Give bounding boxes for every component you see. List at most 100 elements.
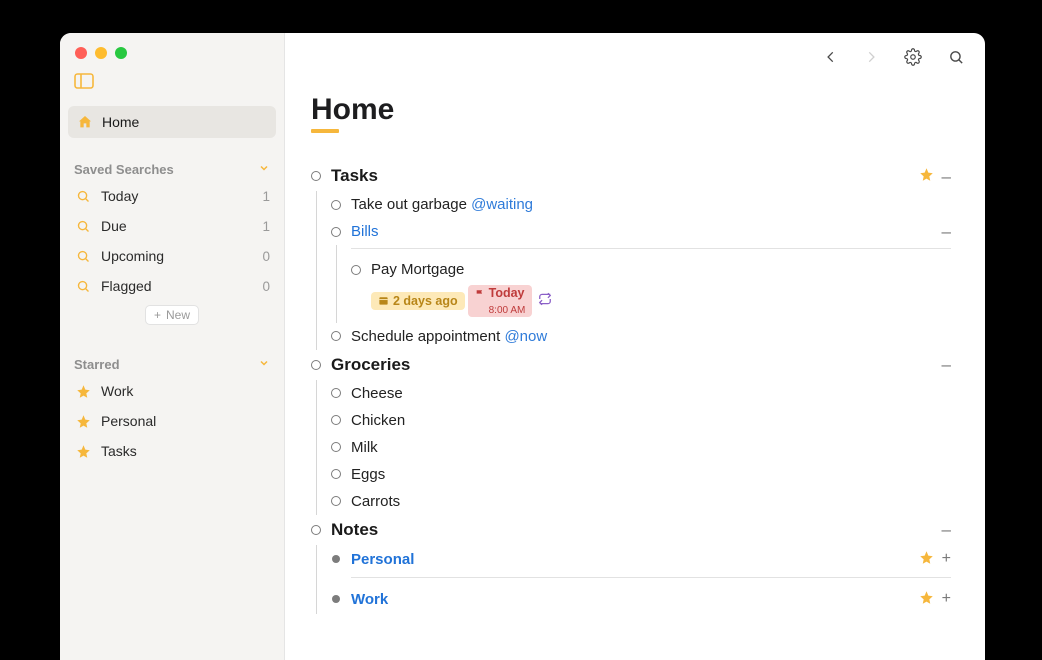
new-saved-search-button[interactable]: + New	[145, 305, 199, 325]
new-button-label: New	[166, 308, 190, 322]
task-text: Schedule appointment @now	[351, 328, 547, 345]
note-row-work[interactable]: Work +	[331, 585, 951, 614]
bullet-icon	[331, 469, 341, 479]
bullet-icon	[331, 442, 341, 452]
note-row-personal[interactable]: Personal +	[331, 545, 951, 574]
settings-button[interactable]	[904, 48, 922, 66]
sidebar-item-label: Upcoming	[101, 248, 252, 264]
section-tasks[interactable]: Tasks –	[311, 161, 951, 191]
plus-icon: +	[154, 308, 161, 322]
sidebar-home-label: Home	[102, 114, 139, 130]
task-badges: 2 days ago Today 8:00 AM	[371, 285, 951, 317]
task-row[interactable]: Take out garbage @waiting	[331, 191, 951, 218]
indent-line	[316, 545, 317, 614]
calendar-icon	[378, 295, 389, 306]
bullet-icon	[311, 171, 321, 181]
list-item[interactable]: Eggs	[331, 461, 951, 488]
sidebar-item-today[interactable]: Today 1	[60, 181, 284, 211]
chevron-down-icon	[258, 162, 270, 177]
section-notes[interactable]: Notes –	[311, 515, 951, 545]
bullet-icon	[331, 331, 341, 341]
sidebar-item-count: 0	[262, 279, 270, 294]
sidebar-item-count: 1	[262, 219, 270, 234]
sidebar-item-upcoming[interactable]: Upcoming 0	[60, 241, 284, 271]
sidebar-item-work[interactable]: Work	[60, 376, 284, 406]
item-text: Eggs	[351, 466, 385, 483]
repeat-icon[interactable]	[538, 292, 552, 310]
section-heading: Groceries	[331, 355, 410, 375]
item-text: Carrots	[351, 493, 400, 510]
bullet-icon	[331, 388, 341, 398]
task-row-bills[interactable]: Bills –	[331, 218, 951, 245]
note-link: Work	[351, 591, 388, 608]
search-icon	[948, 49, 965, 66]
task-row[interactable]: Schedule appointment @now	[331, 323, 951, 350]
due-badge[interactable]: Today 8:00 AM	[468, 285, 533, 317]
page-title: Home	[311, 93, 951, 127]
bullet-icon	[332, 555, 340, 563]
back-button[interactable]	[824, 49, 838, 65]
sidebar-item-label: Today	[101, 188, 252, 204]
close-window-button[interactable]	[75, 47, 87, 59]
collapse-button[interactable]: –	[942, 356, 951, 373]
list-item[interactable]: Cheese	[331, 380, 951, 407]
sidebar-item-flagged[interactable]: Flagged 0	[60, 271, 284, 301]
collapse-button[interactable]: –	[942, 168, 951, 185]
expand-button[interactable]: +	[942, 591, 951, 607]
sidebar-item-label: Tasks	[101, 443, 270, 459]
bullet-icon	[331, 200, 341, 210]
list-item[interactable]: Milk	[331, 434, 951, 461]
window-controls	[60, 33, 284, 69]
list-item[interactable]: Chicken	[331, 407, 951, 434]
star-icon[interactable]	[919, 167, 934, 186]
zoom-window-button[interactable]	[115, 47, 127, 59]
star-icon[interactable]	[919, 590, 934, 609]
search-icon	[76, 219, 91, 234]
sidebar-toggle-button[interactable]	[60, 69, 284, 94]
forward-button[interactable]	[864, 49, 878, 65]
date-badge[interactable]: 2 days ago	[371, 292, 465, 310]
bullet-icon	[332, 595, 340, 603]
expand-button[interactable]: +	[942, 551, 951, 567]
sidebar-item-label: Personal	[101, 413, 270, 429]
starred-title: Starred	[74, 357, 120, 372]
toolbar	[285, 33, 985, 81]
item-text: Cheese	[351, 385, 403, 402]
collapse-button[interactable]: –	[942, 223, 951, 240]
task-tag[interactable]: @now	[504, 328, 547, 345]
minimize-window-button[interactable]	[95, 47, 107, 59]
task-tag[interactable]: @waiting	[471, 196, 533, 213]
sidebar-item-tasks[interactable]: Tasks	[60, 436, 284, 466]
section-groceries[interactable]: Groceries –	[311, 350, 951, 380]
divider	[351, 248, 951, 249]
sidebar-toggle-icon	[74, 73, 94, 89]
bullet-icon	[331, 227, 341, 237]
search-button[interactable]	[948, 49, 965, 66]
list-item[interactable]: Carrots	[331, 488, 951, 515]
sidebar-item-label: Work	[101, 383, 270, 399]
search-icon	[76, 279, 91, 294]
bullet-icon	[351, 265, 361, 275]
search-icon	[76, 189, 91, 204]
task-row-mortgage[interactable]: Pay Mortgage	[351, 256, 951, 283]
bullet-icon	[311, 525, 321, 535]
collapse-button[interactable]: –	[942, 521, 951, 538]
search-icon	[76, 249, 91, 264]
bullet-icon	[331, 415, 341, 425]
content-area: Home Tasks –	[285, 81, 985, 660]
sidebar-home[interactable]: Home	[68, 106, 276, 138]
sidebar-item-due[interactable]: Due 1	[60, 211, 284, 241]
saved-searches-title: Saved Searches	[74, 162, 174, 177]
item-text: Milk	[351, 439, 378, 456]
gear-icon	[904, 48, 922, 66]
saved-searches-header[interactable]: Saved Searches	[60, 156, 284, 181]
star-icon	[76, 444, 91, 459]
outline: Tasks – Take o	[311, 161, 951, 614]
starred-header[interactable]: Starred	[60, 351, 284, 376]
star-icon	[76, 384, 91, 399]
sidebar-item-personal[interactable]: Personal	[60, 406, 284, 436]
star-icon[interactable]	[919, 550, 934, 569]
task-text: Pay Mortgage	[371, 261, 464, 278]
bullet-icon	[311, 360, 321, 370]
title-underline	[311, 129, 339, 133]
